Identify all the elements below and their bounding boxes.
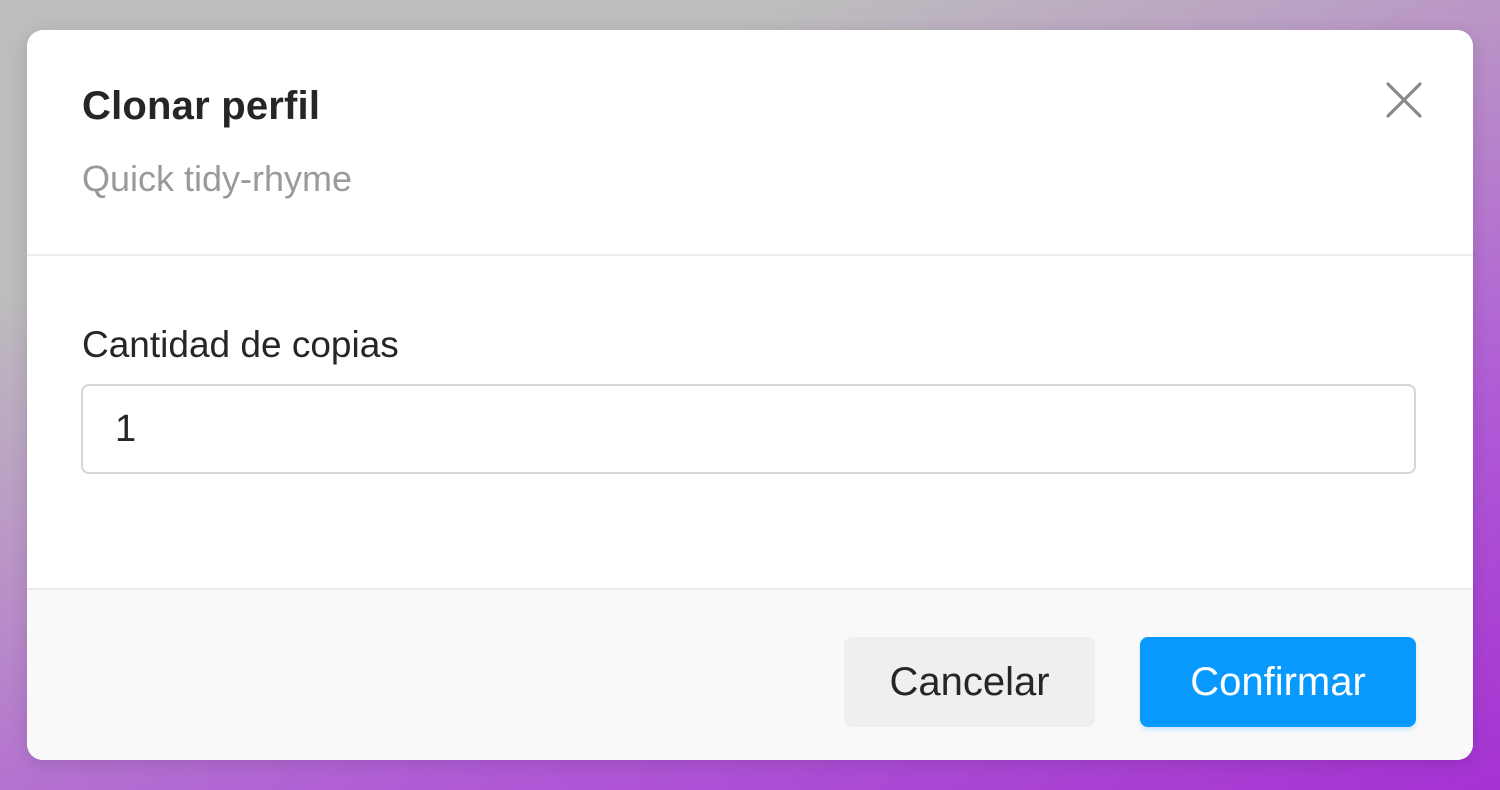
dialog-footer: Cancelar Confirmar: [27, 590, 1473, 760]
copies-label: Cantidad de copias: [82, 324, 399, 365]
cancel-button[interactable]: Cancelar: [844, 637, 1095, 727]
close-button[interactable]: [1384, 80, 1424, 120]
copies-input[interactable]: [81, 384, 1416, 474]
dialog-header: Clonar perfil Quick tidy-rhyme: [27, 30, 1473, 256]
close-icon: [1386, 82, 1422, 118]
dialog-title: Clonar perfil: [82, 84, 321, 128]
dialog-body: Cantidad de copias: [27, 256, 1473, 590]
clone-profile-dialog: Clonar perfil Quick tidy-rhyme Cantidad …: [27, 30, 1473, 760]
confirm-button[interactable]: Confirmar: [1140, 637, 1416, 727]
dialog-subtitle: Quick tidy-rhyme: [82, 158, 353, 199]
